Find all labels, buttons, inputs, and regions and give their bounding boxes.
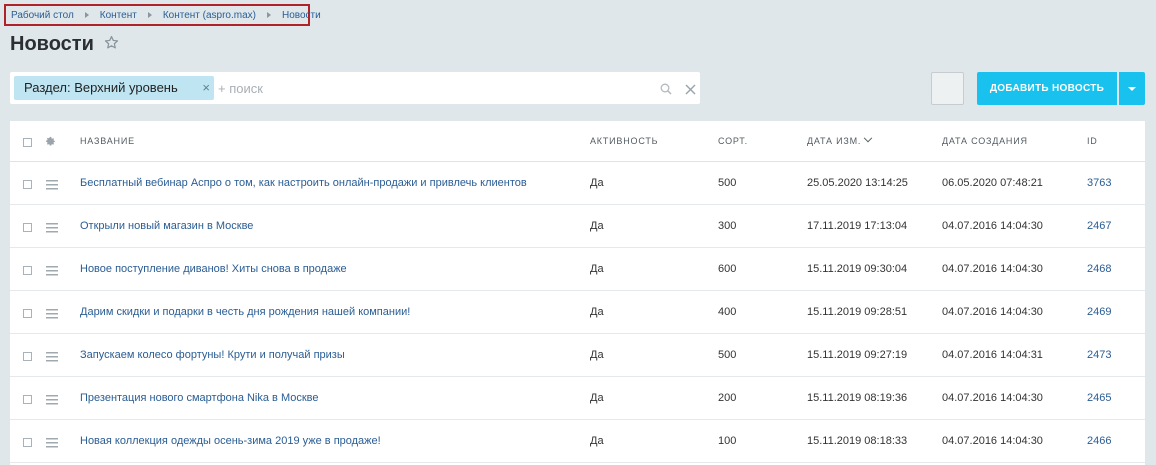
sort-cell: 300 — [718, 220, 737, 232]
id-link[interactable]: 2469 — [1087, 291, 1111, 333]
date-modified-cell: 15.11.2019 09:27:19 — [807, 349, 908, 361]
breadcrumb-item-desktop[interactable]: Рабочий стол — [11, 10, 74, 21]
breadcrumb-item-content[interactable]: Контент — [100, 10, 137, 21]
date-created-cell: 04.07.2016 14:04:30 — [942, 435, 1043, 447]
sort-cell: 600 — [718, 263, 737, 275]
menu-icon[interactable] — [46, 392, 58, 410]
settings-button[interactable] — [931, 72, 964, 105]
menu-icon[interactable] — [46, 306, 58, 324]
id-link[interactable]: 3763 — [1087, 162, 1111, 204]
sort-cell: 200 — [718, 392, 737, 404]
id-link[interactable]: 2468 — [1087, 248, 1111, 290]
news-title-link[interactable]: Запускаем колесо фортуны! Крути и получа… — [80, 334, 345, 376]
column-header-sort[interactable]: СОРТ. — [718, 121, 748, 161]
column-header-active[interactable]: АКТИВНОСТЬ — [590, 121, 658, 161]
date-created-cell: 04.07.2016 14:04:30 — [942, 392, 1043, 404]
row-checkbox[interactable] — [23, 438, 32, 447]
id-link[interactable]: 2465 — [1087, 377, 1111, 419]
table-row[interactable]: Дарим скидки и подарки в честь дня рожде… — [10, 291, 1145, 334]
date-modified-cell: 15.11.2019 08:19:36 — [807, 392, 908, 404]
active-cell: Да — [590, 392, 604, 404]
date-created-cell: 04.07.2016 14:04:31 — [942, 349, 1043, 361]
sort-cell: 400 — [718, 306, 737, 318]
column-header-date-created[interactable]: ДАТА СОЗДАНИЯ — [942, 121, 1028, 161]
filter-bar: Раздел: Верхний уровень × — [10, 72, 700, 104]
table-row[interactable]: Новое поступление диванов! Хиты снова в … — [10, 248, 1145, 291]
active-cell: Да — [590, 435, 604, 447]
add-news-dropdown-button[interactable] — [1119, 72, 1145, 105]
table-row[interactable]: Новая коллекция одежды осень-зима 2019 у… — [10, 420, 1145, 463]
row-checkbox[interactable] — [23, 309, 32, 318]
add-news-button[interactable]: ДОБАВИТЬ НОВОСТЬ — [977, 72, 1117, 105]
date-created-cell: 04.07.2016 14:04:30 — [942, 220, 1043, 232]
menu-icon[interactable] — [46, 349, 58, 367]
news-title-link[interactable]: Дарим скидки и подарки в честь дня рожде… — [80, 291, 410, 333]
id-link[interactable]: 2473 — [1087, 334, 1111, 376]
date-created-cell: 06.05.2020 07:48:21 — [942, 177, 1043, 189]
date-modified-cell: 15.11.2019 09:28:51 — [807, 306, 908, 318]
table-row[interactable]: Презентация нового смартфона Nika в Моск… — [10, 377, 1145, 420]
table-row[interactable]: Бесплатный вебинар Аспро о том, как наст… — [10, 162, 1145, 205]
row-checkbox[interactable] — [23, 352, 32, 361]
news-title-link[interactable]: Бесплатный вебинар Аспро о том, как наст… — [80, 162, 527, 204]
filter-chip[interactable]: Раздел: Верхний уровень × — [14, 76, 214, 100]
filter-chip-label: Раздел: Верхний уровень — [24, 80, 178, 95]
news-title-link[interactable]: Презентация нового смартфона Nika в Моск… — [80, 377, 319, 419]
gear-icon[interactable] — [45, 134, 56, 152]
breadcrumb-separator-icon — [84, 12, 89, 18]
active-cell: Да — [590, 220, 604, 232]
row-checkbox[interactable] — [23, 395, 32, 404]
date-modified-cell: 25.05.2020 13:14:25 — [807, 177, 908, 189]
table-row[interactable]: Открыли новый магазин в Москве Да 300 17… — [10, 205, 1145, 248]
row-checkbox[interactable] — [23, 266, 32, 275]
menu-icon[interactable] — [46, 263, 58, 281]
star-icon[interactable] — [104, 35, 119, 55]
chevron-down-icon — [1128, 86, 1136, 91]
menu-icon[interactable] — [46, 177, 58, 195]
sort-cell: 500 — [718, 349, 737, 361]
date-modified-cell: 15.11.2019 09:30:04 — [807, 263, 908, 275]
active-cell: Да — [590, 306, 604, 318]
breadcrumb-item-news[interactable]: Новости — [282, 10, 321, 21]
table-header: НАЗВАНИЕ АКТИВНОСТЬ СОРТ. ДАТА ИЗМ. ДАТА… — [10, 121, 1145, 162]
sort-cell: 100 — [718, 435, 737, 447]
id-link[interactable]: 2466 — [1087, 420, 1111, 462]
breadcrumb-separator-icon — [267, 12, 271, 18]
search-input[interactable] — [218, 78, 648, 98]
chevron-down-icon — [863, 133, 873, 143]
news-title-link[interactable]: Новое поступление диванов! Хиты снова в … — [80, 248, 347, 290]
date-created-cell: 04.07.2016 14:04:30 — [942, 306, 1043, 318]
row-checkbox[interactable] — [23, 180, 32, 189]
breadcrumb: Рабочий стол Контент Контент (aspro.max)… — [4, 4, 321, 26]
select-all-checkbox[interactable] — [23, 138, 32, 147]
active-cell: Да — [590, 263, 604, 275]
row-checkbox[interactable] — [23, 223, 32, 232]
column-header-date-modified[interactable]: ДАТА ИЗМ. — [807, 121, 873, 161]
column-header-id[interactable]: ID — [1087, 121, 1098, 161]
breadcrumb-separator-icon — [147, 12, 152, 18]
close-icon[interactable]: × — [202, 76, 210, 100]
clear-search-icon[interactable] — [685, 82, 696, 100]
breadcrumb-item-content-aspro[interactable]: Контент (aspro.max) — [163, 10, 256, 21]
id-link[interactable]: 2467 — [1087, 205, 1111, 247]
search-icon[interactable] — [660, 82, 672, 100]
table-row[interactable]: Запускаем колесо фортуны! Крути и получа… — [10, 334, 1145, 377]
news-title-link[interactable]: Новая коллекция одежды осень-зима 2019 у… — [80, 420, 381, 462]
date-modified-cell: 15.11.2019 08:18:33 — [807, 435, 908, 447]
column-header-name[interactable]: НАЗВАНИЕ — [80, 121, 135, 161]
date-modified-cell: 17.11.2019 17:13:04 — [807, 220, 908, 232]
menu-icon[interactable] — [46, 220, 58, 238]
date-created-cell: 04.07.2016 14:04:30 — [942, 263, 1043, 275]
column-header-date-modified-label: ДАТА ИЗМ. — [807, 136, 862, 146]
news-table: НАЗВАНИЕ АКТИВНОСТЬ СОРТ. ДАТА ИЗМ. ДАТА… — [10, 121, 1145, 465]
menu-icon[interactable] — [46, 435, 58, 453]
active-cell: Да — [590, 177, 604, 189]
sort-cell: 500 — [718, 177, 737, 189]
news-title-link[interactable]: Открыли новый магазин в Москве — [80, 205, 253, 247]
active-cell: Да — [590, 349, 604, 361]
page-title: Новости — [10, 33, 94, 55]
